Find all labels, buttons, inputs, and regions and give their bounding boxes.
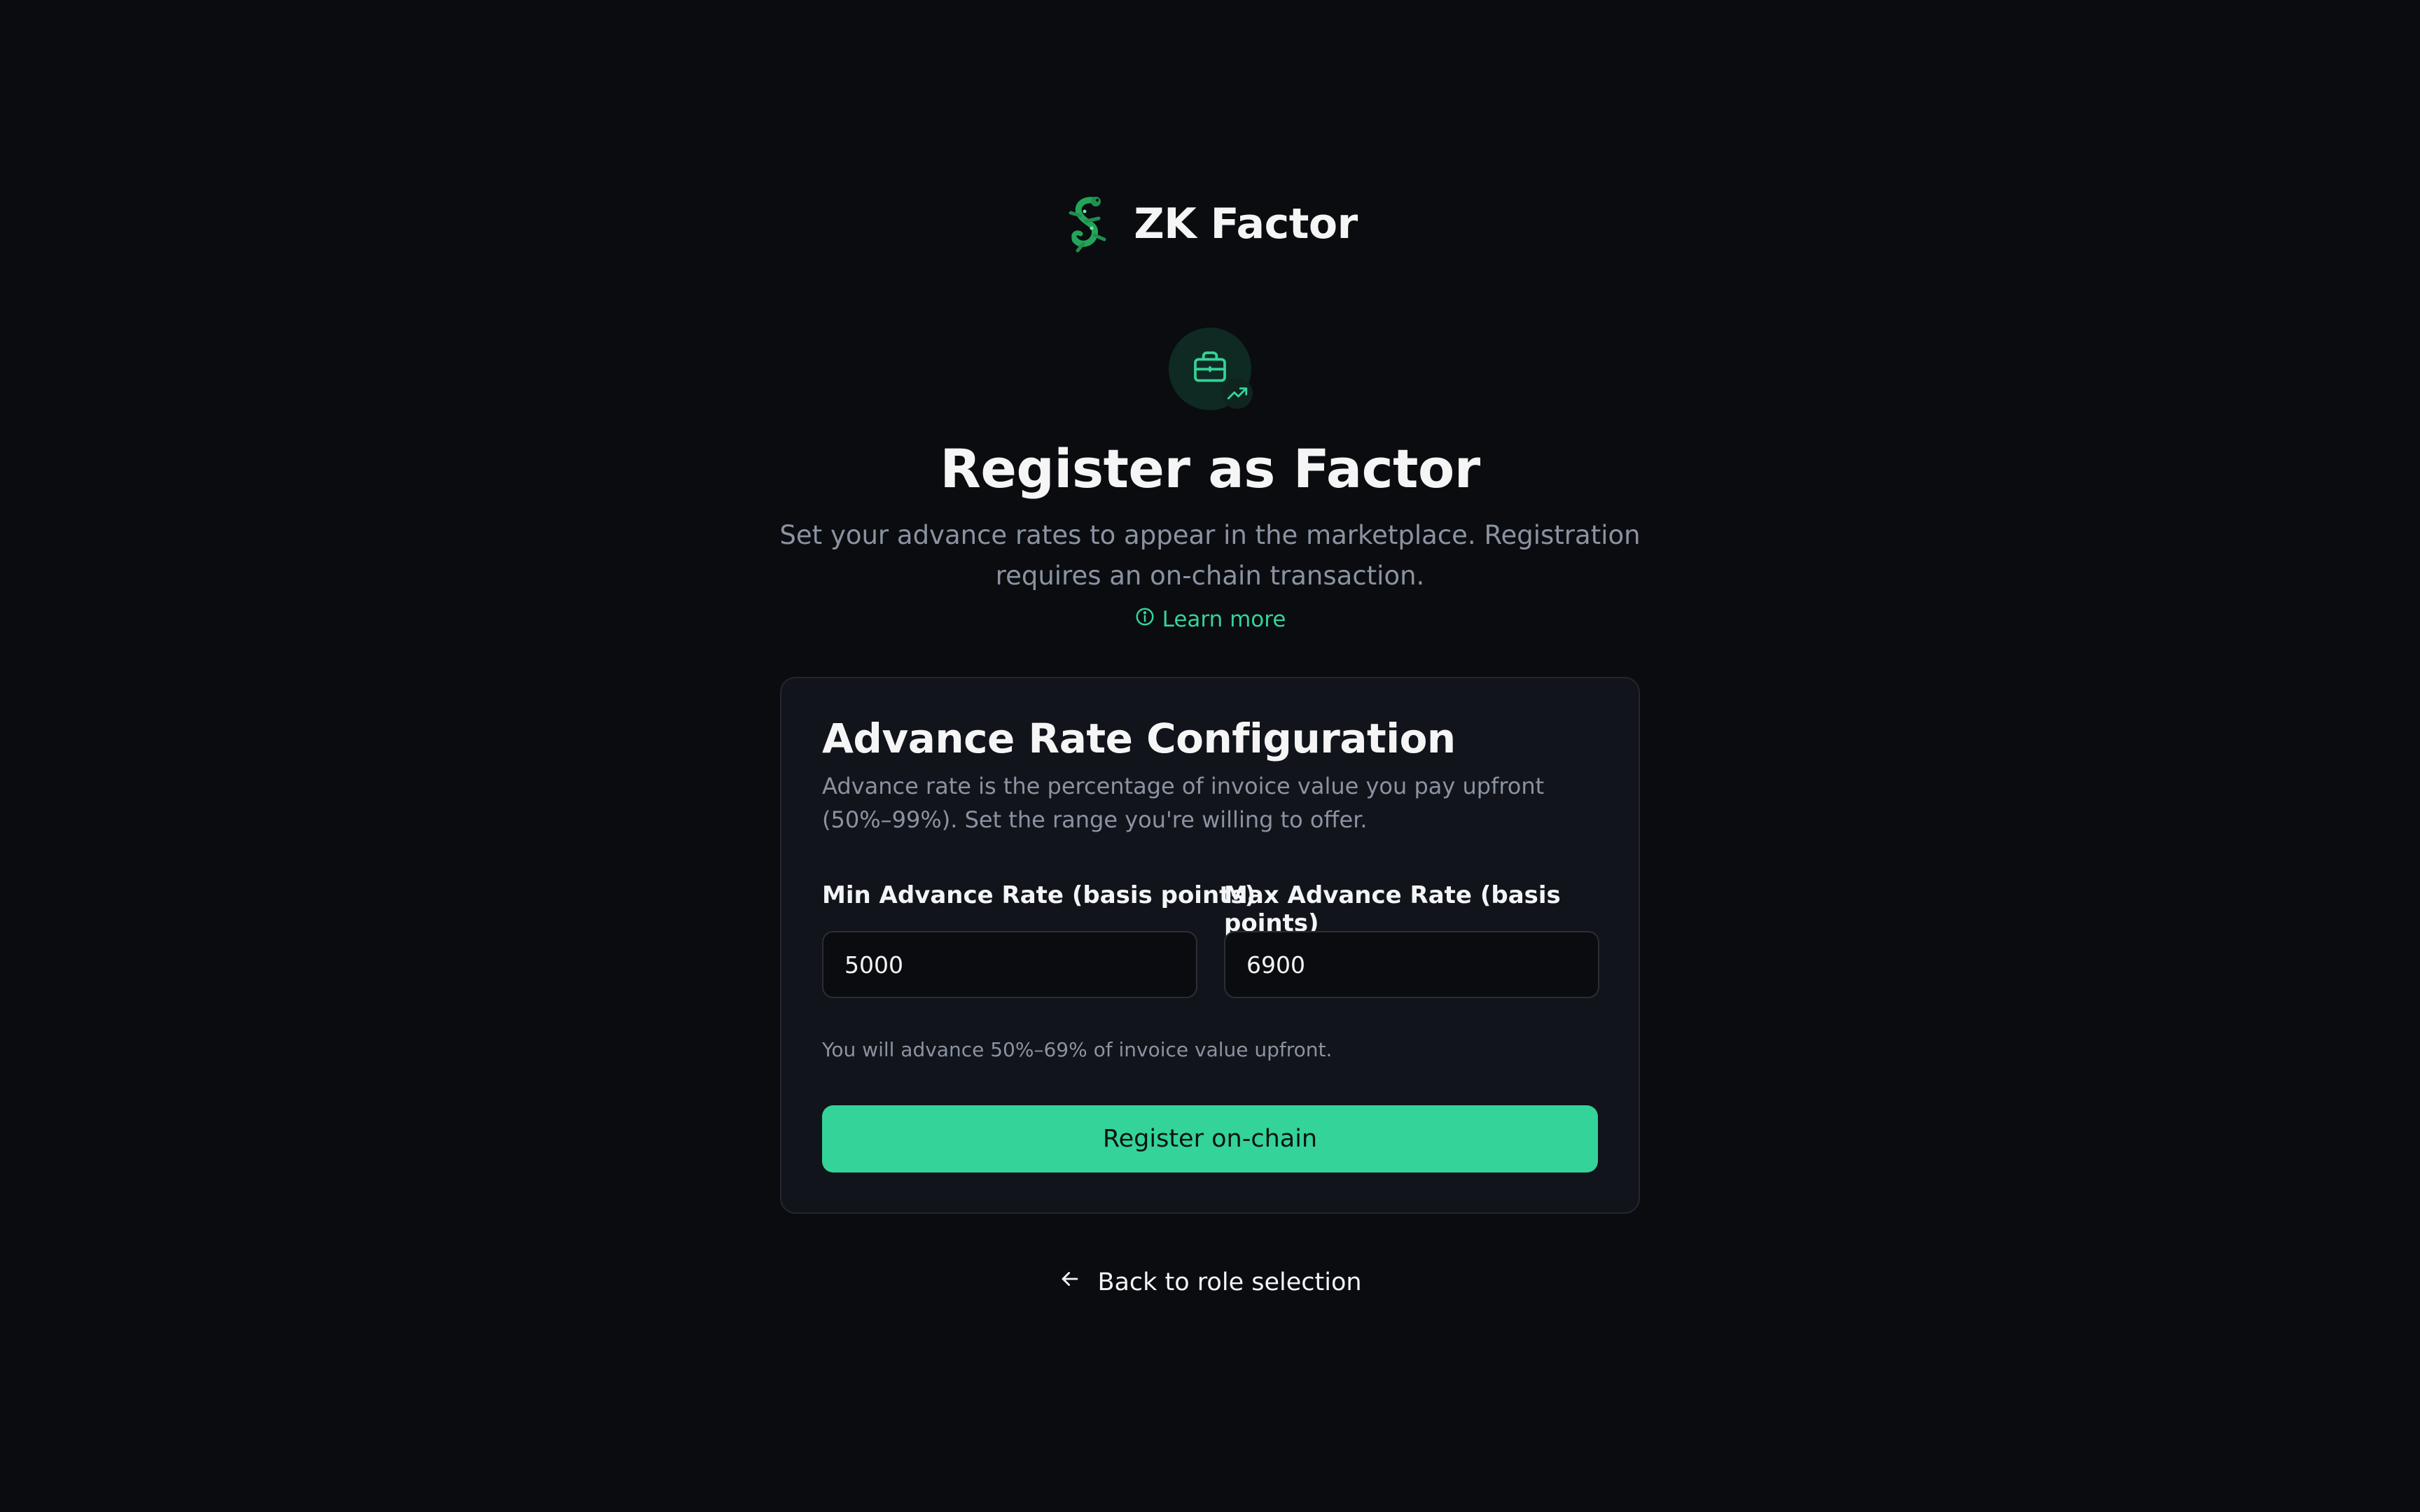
learn-more-link[interactable]: Learn more (0, 606, 2420, 633)
gecko-logo-icon (1062, 195, 1113, 253)
card-title: Advance Rate Configuration (822, 715, 1456, 762)
min-rate-label: Min Advance Rate (basis points) (822, 881, 1256, 909)
brand-name: ZK Factor (1134, 200, 1358, 248)
page-subtitle: Set your advance rates to appear in the … (779, 520, 1641, 591)
trending-up-icon (1222, 378, 1253, 409)
factor-role-badge (1169, 328, 1253, 410)
info-icon (1134, 606, 1155, 633)
advance-rate-card: Advance Rate Configuration Advance rate … (780, 677, 1640, 1214)
max-rate-label: Max Advance Rate (basis points) (1224, 881, 1561, 937)
max-rate-input[interactable] (1224, 931, 1599, 998)
min-rate-input[interactable] (822, 931, 1197, 998)
advance-range-hint: You will advance 50%–69% of invoice valu… (822, 1038, 1333, 1061)
back-label: Back to role selection (1097, 1268, 1362, 1296)
register-onchain-button[interactable]: Register on-chain (822, 1105, 1598, 1172)
back-to-role-selection-link[interactable]: Back to role selection (0, 1267, 2420, 1297)
page-title: Register as Factor (940, 438, 1480, 500)
card-description: Advance rate is the percentage of invoic… (822, 773, 1545, 833)
arrow-left-icon (1058, 1267, 1082, 1297)
brand-header: ZK Factor (0, 189, 2420, 259)
register-factor-page: ZK Factor Register as Factor Set your ad… (0, 0, 2420, 1512)
learn-more-label: Learn more (1162, 607, 1286, 632)
briefcase-icon (1190, 348, 1230, 390)
